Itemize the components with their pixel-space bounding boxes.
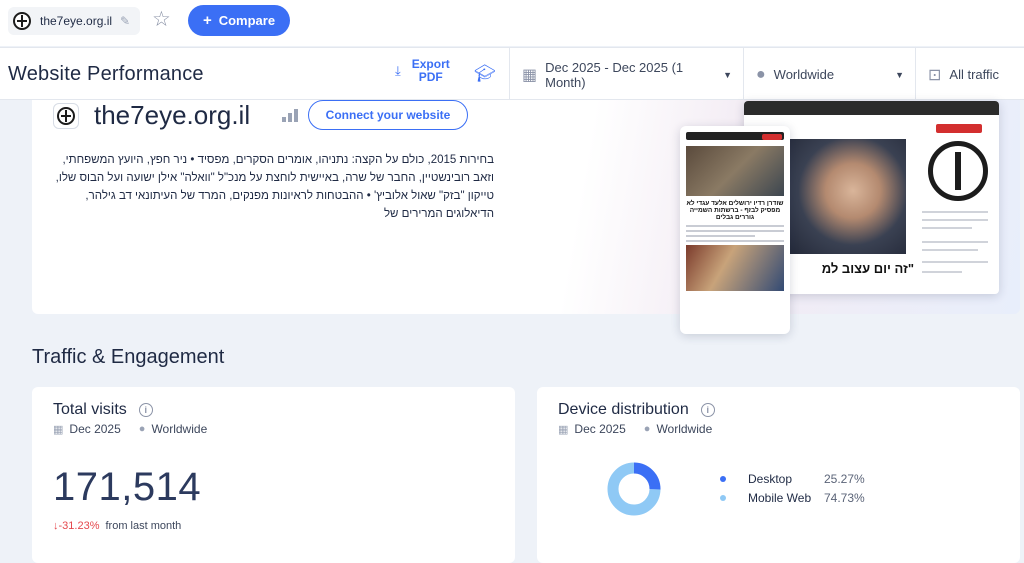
mobile-preview-photo (686, 245, 784, 291)
desktop-preview-photo (788, 139, 906, 254)
export-label: Export PDF (411, 57, 450, 84)
card-title: Device distribution i (558, 401, 715, 419)
change-value: ↓-31.23% (53, 520, 100, 532)
section-title: Traffic & Engagement (32, 346, 225, 368)
device-legend: Desktop 25.27% Mobile Web 74.73% (720, 469, 865, 507)
card-meta: ▦ Dec 2025 ● Worldwide (53, 422, 208, 436)
legend-item: Mobile Web 74.73% (720, 488, 865, 507)
visits-change: ↓-31.23% from last month (53, 520, 181, 532)
chevron-down-icon: ▼ (723, 69, 732, 80)
header-divider (915, 48, 916, 101)
globe-icon: ● (643, 423, 651, 435)
edit-pencil-icon[interactable]: ✎ (120, 14, 130, 28)
traffic-label: All traffic (949, 67, 1000, 82)
site-logo-icon (13, 12, 31, 30)
region-filter[interactable]: ● Worldwide ▼ (756, 48, 904, 101)
card-title: Total visits i (53, 401, 153, 419)
plus-icon: + (202, 12, 212, 29)
mobile-preview-photo (686, 146, 784, 196)
site-logo-icon (53, 103, 79, 129)
info-icon[interactable]: i (700, 403, 715, 417)
header-divider (743, 48, 744, 101)
device-donut-chart (607, 462, 661, 516)
chevron-down-icon: ▼ (895, 69, 904, 80)
card-meta: ▦ Dec 2025 ● Worldwide (558, 422, 713, 436)
legend-dot (720, 475, 726, 482)
legend-dot (720, 494, 726, 501)
total-visits-value: 171,514 (53, 465, 202, 509)
legend-value: 74.73% (824, 490, 865, 505)
compare-label: Compare (218, 13, 276, 28)
region-label: Worldwide (773, 67, 835, 82)
info-icon[interactable]: i (138, 403, 153, 417)
star-icon[interactable]: ☆ (152, 8, 171, 32)
overview-domain: the7eye.org.il (94, 100, 251, 130)
legend-item: Desktop 25.27% (720, 469, 865, 488)
graduation-cap-icon[interactable]: 🎓︎ (474, 63, 496, 85)
legend-label: Desktop (748, 471, 793, 486)
traffic-filter[interactable]: ⊡ All traffic (928, 48, 1018, 101)
download-icon: ⤓ (395, 63, 401, 78)
legend-value: 25.27% (824, 471, 865, 486)
site-name: the7eye.org.il (40, 14, 113, 28)
site-chip[interactable]: the7eye.org.il ✎ (8, 7, 140, 35)
globe-icon: ● (138, 423, 146, 435)
export-pdf-button[interactable]: ⤓ Export PDF (395, 58, 453, 84)
calendar-icon: ▦ (53, 423, 64, 436)
date-range-label: Dec 2025 - Dec 2025 (1 Month) (545, 59, 684, 90)
globe-icon: ● (756, 65, 766, 83)
device-distribution-card: Device distribution i ▦ Dec 2025 ● World… (537, 387, 1020, 563)
brand-logo-icon (928, 141, 988, 201)
desktop-headline: "זה יום עצוב למ (821, 261, 914, 276)
mobile-preview: שודרן רדיו ירושלים אלעד עגדי לא מפסיק לב… (680, 126, 790, 334)
compare-button[interactable]: + Compare (188, 5, 290, 36)
total-visits-card: Total visits i ▦ Dec 2025 ● Worldwide 17… (32, 387, 515, 563)
mobile-headline: שודרן רדיו ירושלים אלעד עגדי לא מפסיק לב… (686, 200, 784, 221)
rank-bars-icon (282, 108, 298, 122)
site-description: בחירות 2015, כולם על הקצה: נתניהו, אומרי… (55, 154, 494, 220)
calendar-icon: ▦ (558, 423, 569, 436)
calendar-icon: ▦ (522, 66, 538, 84)
top-bar: the7eye.org.il ✎ ☆ + Compare (0, 0, 1024, 46)
connect-website-button[interactable]: Connect your website (308, 100, 468, 130)
header: Website Performance ⤓ Export PDF 🎓︎ ▦ Dec… (0, 47, 1024, 101)
devices-icon: ⊡ (928, 66, 942, 84)
change-suffix: from last month (105, 520, 182, 532)
page-title: Website Performance (8, 63, 204, 85)
date-range-filter[interactable]: ▦ Dec 2025 - Dec 2025 (1 Month) ▼ (522, 48, 732, 101)
header-divider (509, 48, 510, 101)
legend-label: Mobile Web (748, 490, 812, 505)
